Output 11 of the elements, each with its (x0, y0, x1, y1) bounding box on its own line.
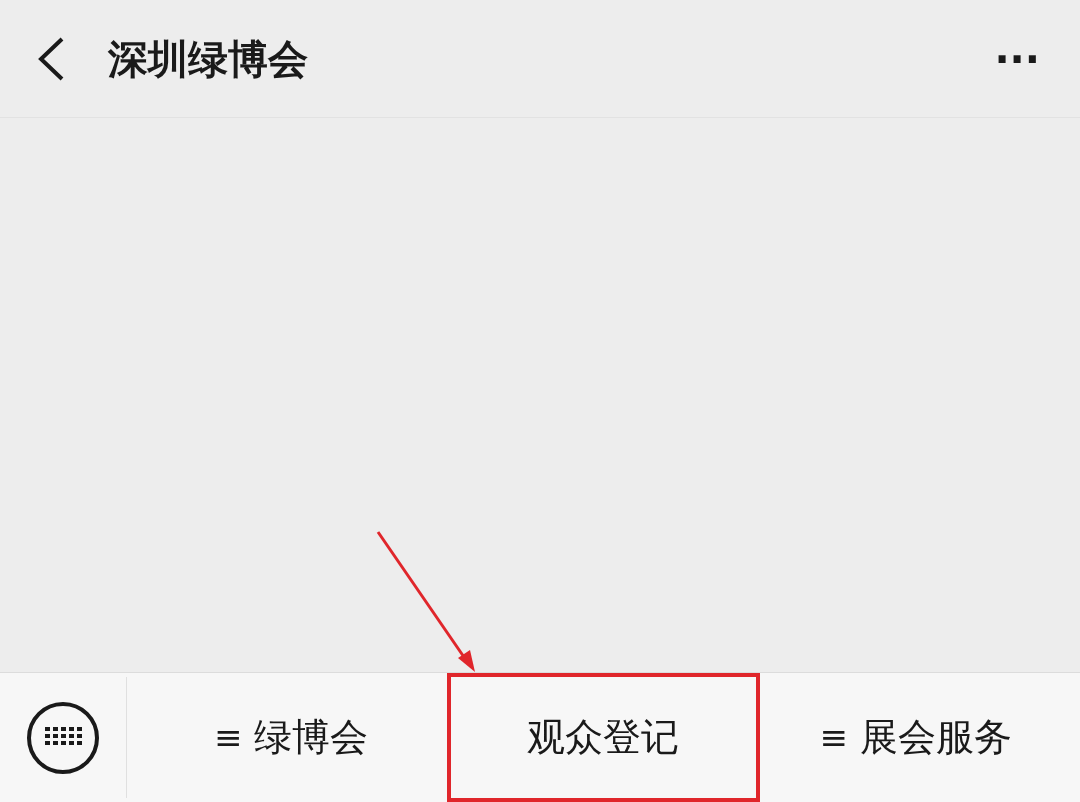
page-title: 深圳绿博会 (108, 34, 308, 84)
menu-label: 展会服务 (860, 714, 1013, 761)
menu-tab[interactable]: ≡ 绿博会 (135, 673, 448, 802)
menu-label: 观众登记 (527, 714, 680, 761)
keyboard-icon[interactable] (27, 701, 99, 774)
menu-tab[interactable]: ≡ 展会服务 (759, 673, 1072, 802)
menu-tab[interactable]: 观众登记 (447, 673, 760, 802)
menu-icon: ≡ (213, 712, 243, 763)
menu-label: 绿博会 (254, 714, 369, 761)
more-button[interactable]: ··· (994, 38, 1040, 79)
menu-icon: ≡ (819, 712, 849, 763)
